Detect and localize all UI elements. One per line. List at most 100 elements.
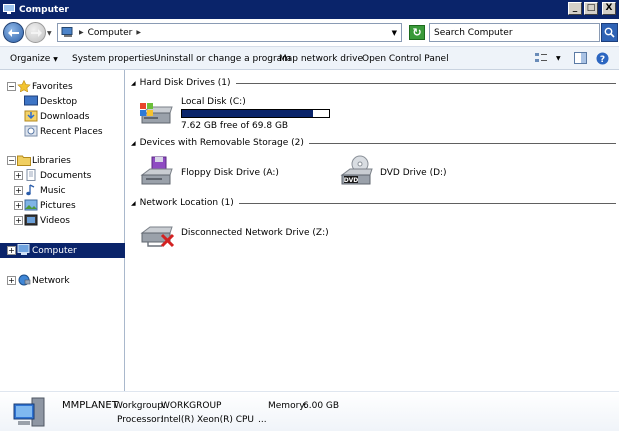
group-header-hard-disk-drives[interactable]: ◢ Hard Disk Drives (1)	[131, 77, 616, 89]
drive-item-network-drive[interactable]: Disconnected Network Drive (Z:)	[136, 216, 376, 252]
nav-item-recent-places[interactable]: Recent Places	[0, 124, 125, 139]
documents-icon	[26, 169, 36, 181]
downloads-icon	[24, 110, 38, 122]
breadcrumb-separator-icon[interactable]: ▶	[136, 29, 141, 36]
close-button[interactable]: X	[602, 2, 616, 15]
expand-icon[interactable]: +	[14, 171, 23, 180]
memory-label: Memory:	[268, 401, 307, 411]
nav-item-libraries[interactable]: − Libraries	[0, 153, 125, 168]
workgroup-label: Workgroup:	[114, 401, 166, 411]
collapse-icon[interactable]: −	[7, 82, 16, 91]
chevron-down-icon: ▼	[53, 56, 58, 63]
maximize-button[interactable]: □	[584, 2, 598, 15]
nav-item-network[interactable]: + Network	[0, 273, 125, 288]
processor-value: Intel(R) Xeon(R) CPU	[161, 415, 255, 425]
drive-item-floppy[interactable]: Floppy Disk Drive (A:)	[136, 154, 336, 190]
arrow-left-icon	[7, 28, 19, 37]
svg-text:?: ?	[600, 55, 605, 65]
breadcrumb-computer[interactable]: Computer	[88, 28, 133, 38]
back-button[interactable]	[3, 22, 24, 43]
expand-icon[interactable]: +	[14, 201, 23, 210]
details-pane: MMPLANET Workgroup: WORKGROUP Memory: 6.…	[0, 391, 619, 431]
hard-drive-icon	[140, 103, 173, 124]
collapse-caret-icon[interactable]: ◢	[131, 140, 136, 147]
nav-item-computer[interactable]: + Computer	[0, 243, 125, 258]
uninstall-program-button[interactable]: Uninstall or change a program	[154, 54, 291, 64]
search-icon	[604, 27, 615, 38]
nav-item-music[interactable]: + Music	[0, 183, 125, 198]
dvd-badge: DVD	[344, 177, 359, 184]
nav-item-documents[interactable]: + Documents	[0, 168, 125, 183]
collapse-caret-icon[interactable]: ◢	[131, 200, 136, 207]
nav-item-favorites[interactable]: − Favorites	[0, 79, 125, 94]
system-properties-button[interactable]: System properties	[72, 54, 154, 64]
videos-icon	[24, 214, 38, 226]
navigation-pane[interactable]: − Favorites Desktop Downloads Recent Pla…	[0, 70, 125, 391]
help-icon: ?	[596, 52, 609, 65]
nav-item-desktop[interactable]: Desktop	[0, 94, 125, 109]
map-network-drive-button[interactable]: Map network drive	[279, 54, 363, 64]
expand-icon[interactable]: +	[14, 216, 23, 225]
refresh-icon: ↻	[412, 26, 422, 39]
forward-button[interactable]	[25, 22, 46, 43]
computer-icon	[17, 244, 30, 255]
preview-pane-button[interactable]	[574, 52, 587, 64]
drive-name: Local Disk (C:)	[181, 97, 246, 107]
title-bar: Computer _ □ X	[0, 0, 619, 19]
drive-item-local-disk[interactable]: Local Disk (C:) 7.62 GB free of 69.8 GB	[136, 94, 356, 134]
history-dropdown-icon[interactable]: ▼	[47, 30, 52, 37]
expand-icon[interactable]: +	[7, 246, 16, 255]
collapse-caret-icon[interactable]: ◢	[131, 80, 136, 87]
music-icon	[26, 184, 35, 196]
help-button[interactable]: ?	[596, 52, 609, 65]
nav-item-pictures[interactable]: + Pictures	[0, 198, 125, 213]
minimize-button[interactable]: _	[568, 2, 582, 15]
dvd-drive-icon: DVD	[340, 155, 373, 185]
nav-item-downloads[interactable]: Downloads	[0, 109, 125, 124]
group-header-removable-storage[interactable]: ◢ Devices with Removable Storage (2)	[131, 137, 616, 149]
group-divider	[238, 202, 616, 204]
capacity-bar-fill	[182, 110, 313, 117]
drive-name: Disconnected Network Drive (Z:)	[181, 228, 329, 238]
window-title: Computer	[19, 4, 69, 15]
preview-pane-icon	[574, 52, 587, 64]
view-options-button[interactable]: ▼	[534, 52, 561, 64]
computer-icon	[61, 27, 73, 37]
organize-button[interactable]: Organize ▼	[10, 54, 58, 64]
processor-label: Processor:	[117, 415, 164, 425]
search-button[interactable]	[601, 23, 618, 42]
drive-item-dvd[interactable]: DVD DVD Drive (D:)	[338, 154, 538, 190]
breadcrumb-separator-icon[interactable]: ▶	[79, 29, 84, 36]
address-field[interactable]: ▶ Computer ▶ ▼	[57, 23, 402, 42]
processor-more: ...	[258, 415, 267, 425]
recent-places-icon	[24, 125, 38, 137]
floppy-drive-icon	[140, 156, 173, 185]
collapse-icon[interactable]: −	[7, 156, 16, 165]
computer-icon	[3, 4, 15, 14]
address-dropdown-icon[interactable]: ▼	[392, 29, 397, 37]
chevron-down-icon: ▼	[556, 54, 561, 62]
search-input[interactable]: Search Computer	[429, 23, 600, 42]
desktop-icon	[24, 95, 38, 106]
expand-icon[interactable]: +	[7, 276, 16, 285]
group-divider	[308, 142, 616, 144]
workgroup-value: WORKGROUP	[161, 401, 222, 411]
open-control-panel-button[interactable]: Open Control Panel	[362, 54, 449, 64]
drive-name: DVD Drive (D:)	[380, 168, 447, 178]
network-icon	[18, 274, 31, 286]
address-bar: ▼ ▶ Computer ▶ ▼ ↻ Search Computer	[0, 19, 619, 46]
capacity-bar	[181, 109, 330, 118]
computer-name: MMPLANET	[62, 400, 118, 411]
pictures-icon	[24, 199, 38, 211]
expand-icon[interactable]: +	[14, 186, 23, 195]
disconnected-network-drive-icon	[140, 226, 175, 248]
content-pane[interactable]: ◢ Hard Disk Drives (1) Local Disk (C:) 7…	[126, 70, 619, 391]
nav-item-videos[interactable]: + Videos	[0, 213, 125, 228]
group-header-network-location[interactable]: ◢ Network Location (1)	[131, 197, 616, 209]
drive-free-space: 7.62 GB free of 69.8 GB	[181, 121, 289, 131]
group-divider	[235, 82, 616, 84]
memory-value: 6.00 GB	[303, 401, 340, 411]
command-bar: Organize ▼ System properties Uninstall o…	[0, 46, 619, 70]
refresh-button[interactable]: ↻	[409, 25, 425, 40]
views-icon	[535, 53, 547, 62]
